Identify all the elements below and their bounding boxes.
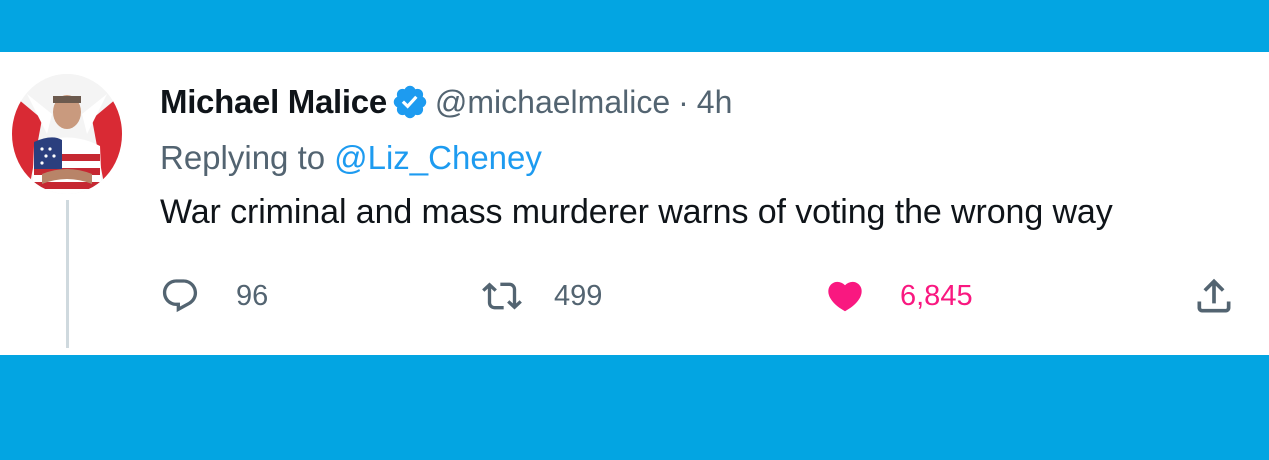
retweet-button[interactable]: 499 [478, 274, 602, 318]
tweet-timestamp[interactable]: 4h [697, 84, 733, 121]
tweet-header: Michael Malice @michaelmalice · 4h [160, 82, 732, 122]
top-frame-band [0, 0, 1269, 52]
like-button[interactable]: 6,845 [824, 274, 973, 318]
verified-badge-icon [391, 83, 429, 121]
heart-filled-icon [828, 281, 862, 312]
bottom-frame-band [0, 355, 1269, 460]
thread-line [66, 200, 69, 348]
reply-icon [162, 279, 198, 313]
share-upload-icon [1197, 278, 1231, 313]
author-display-name[interactable]: Michael Malice [160, 83, 387, 121]
replying-to-link[interactable]: @Liz_Cheney [334, 139, 542, 177]
header-separator: · [678, 83, 689, 120]
replying-to-line: Replying to @Liz_Cheney [160, 138, 542, 178]
tweet-card[interactable]: Michael Malice @michaelmalice · 4h Reply… [0, 52, 1269, 355]
retweet-count: 499 [554, 279, 603, 312]
retweet-icon [482, 282, 522, 310]
author-handle[interactable]: @michaelmalice [435, 84, 670, 121]
avatar-image [12, 74, 122, 194]
tweet-text: War criminal and mass murderer warns of … [160, 193, 1113, 231]
reply-button[interactable]: 96 [160, 274, 268, 318]
replying-to-label: Replying to [160, 139, 326, 176]
like-count: 6,845 [900, 279, 973, 312]
share-button[interactable] [1192, 274, 1236, 318]
avatar[interactable] [12, 74, 122, 194]
reply-count: 96 [236, 279, 269, 312]
